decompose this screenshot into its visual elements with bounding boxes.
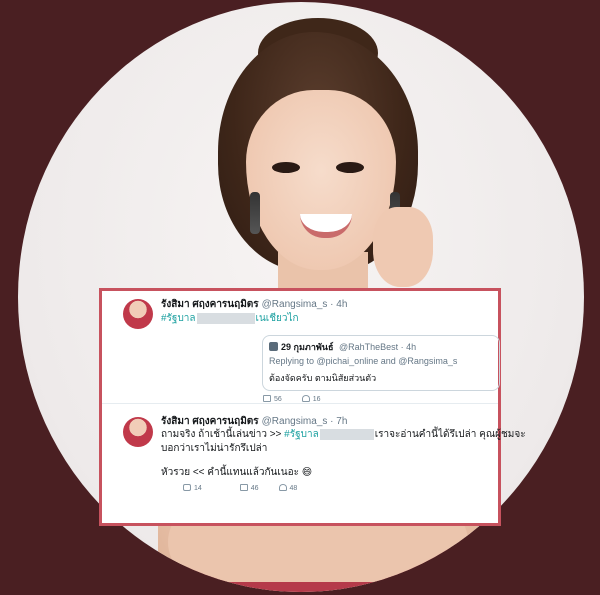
tweet-actions: 56 16	[161, 395, 339, 403]
hashtag-link[interactable]: #รัฐบาล	[161, 313, 196, 324]
tweet-screenshot-card: รังสิมา ศฤงคารนฤมิตร @Rangsima_s · 4h #รั…	[99, 288, 526, 526]
quote-author: 29 กุมภาพันธ์ @RahTheBest · 4h	[269, 340, 416, 354]
photo-eye-left	[272, 162, 300, 173]
retweet-count: 56	[274, 396, 282, 403]
quote-replying-to: Replying to @pichai_online and @Rangsima…	[269, 356, 458, 366]
retweet-icon	[263, 395, 271, 402]
tweet-text-line-2: บอกว่าเราไม่น่ารักรึเปล่า	[161, 443, 268, 454]
like-count: 48	[289, 485, 298, 492]
photo-hand	[373, 207, 433, 287]
like-count: 16	[312, 396, 321, 403]
retweet-button[interactable]: 46	[239, 484, 259, 492]
retweet-count: 46	[250, 485, 259, 492]
author-handle: @Rangsima_s · 7h	[261, 416, 348, 427]
author-name[interactable]: รังสิมา ศฤงคารนฤมิตร	[161, 416, 259, 427]
redacted-blur	[196, 312, 255, 324]
tweet-1[interactable]: รังสิมา ศฤงคารนฤมิตร @Rangsima_s · 4h #รั…	[102, 291, 500, 404]
author-handle: @Rangsima_s · 4h	[261, 299, 348, 310]
reply-button[interactable]: 14	[183, 484, 202, 492]
quote-author-handle: @RahTheBest · 4h	[338, 342, 417, 352]
avatar[interactable]	[123, 417, 153, 447]
tweet-actions: 14 46 48	[161, 484, 315, 492]
hashtag-link-tail[interactable]: เนเชียวไก	[256, 313, 299, 324]
calendar-icon	[269, 342, 278, 351]
heart-icon	[301, 395, 310, 402]
retweet-button[interactable]: 56	[263, 395, 282, 403]
redacted-blur	[319, 428, 374, 440]
tweet-2[interactable]: รังสิมา ศฤงคารนฤมิตร @Rangsima_s · 7h ถาม…	[102, 404, 526, 524]
like-button[interactable]: 48	[278, 484, 298, 492]
tweet-text: #รัฐบาล เนเชียวไก	[161, 311, 299, 326]
tweet-text-line-3: หัวรวย << คำนี้แทนแล้วกันเนอะ 😄	[161, 467, 313, 478]
tweet-text-line-1: ถามจริง ถ้าเช้านี้เล่นข่าว >> #รัฐบาล เรา…	[161, 427, 526, 442]
quote-text: ต้องจัดครับ ตามนิสัยส่วนตัว	[269, 373, 377, 383]
heart-icon	[278, 484, 287, 491]
photo-earring-left	[250, 192, 260, 234]
quoted-reply[interactable]: 29 กุมภาพันธ์ @RahTheBest · 4h Replying …	[262, 335, 500, 391]
text-part: เราจะอ่านคำนี้ได้รึเปล่า คุณผู้ชมจะ	[374, 429, 526, 440]
text-part: ถามจริง ถ้าเช้านี้เล่นข่าว >>	[161, 429, 282, 440]
like-button[interactable]: 16	[301, 395, 321, 403]
hashtag-link[interactable]: #รัฐบาล	[284, 429, 319, 440]
reply-count: 14	[194, 485, 202, 492]
tweet-author: รังสิมา ศฤงคารนฤมิตร @Rangsima_s · 4h	[161, 297, 347, 312]
avatar[interactable]	[123, 299, 153, 329]
retweet-icon	[239, 484, 248, 491]
author-name[interactable]: รังสิมา ศฤงคารนฤมิตร	[161, 299, 259, 310]
photo-eye-right	[336, 162, 364, 173]
quote-author-name: 29 กุมภาพันธ์	[281, 342, 334, 352]
reply-icon	[183, 484, 191, 491]
